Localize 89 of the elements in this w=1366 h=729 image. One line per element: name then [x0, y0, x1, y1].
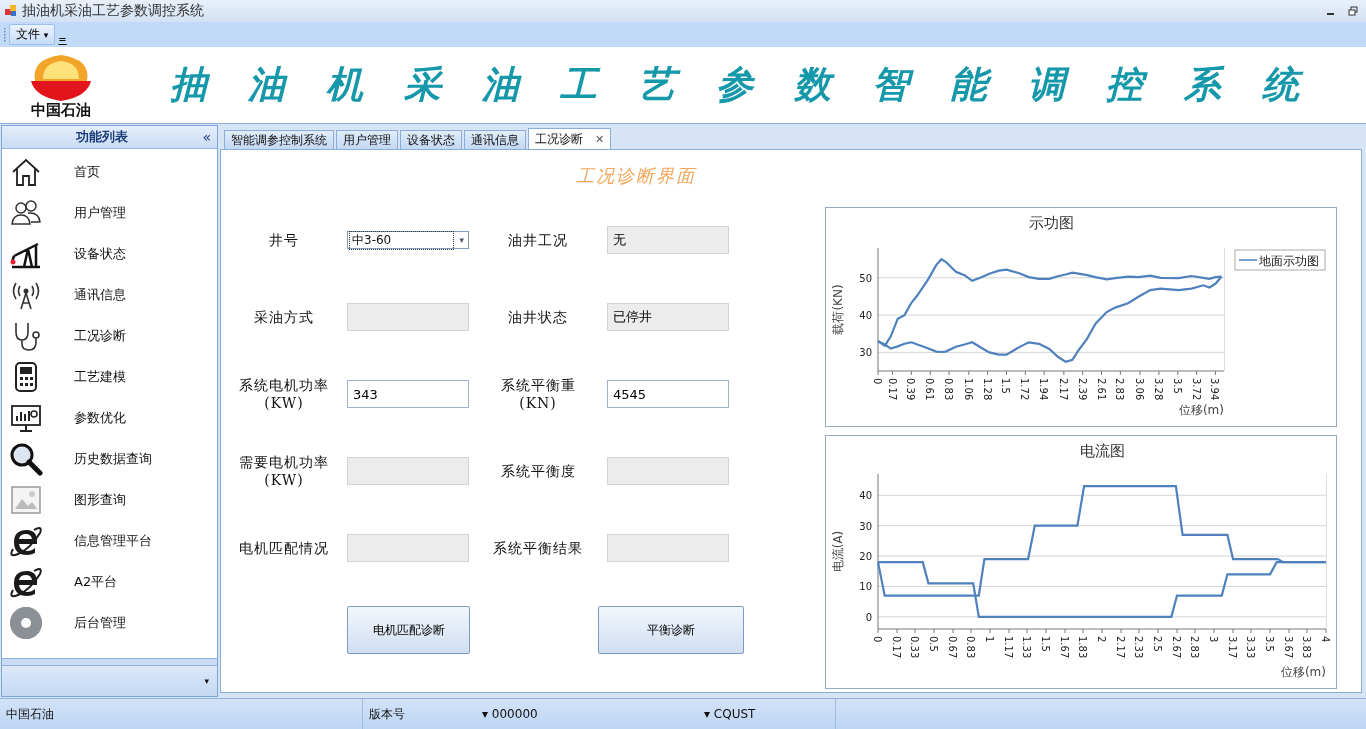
x-tick-label: 0 — [872, 636, 883, 643]
x-tick-label: 0.61 — [924, 378, 936, 401]
window-title: 抽油机采油工艺参数调控系统 — [22, 2, 204, 20]
x-tick-label: 2.67 — [1171, 636, 1183, 659]
sidebar-label: 用户管理 — [74, 203, 126, 222]
x-tick-label: 0.39 — [905, 378, 917, 401]
x-tick-label: 1 — [984, 636, 995, 643]
x-tick-label: 2.33 — [1132, 636, 1144, 659]
x-tick-label: 2 — [1096, 636, 1107, 643]
chart-title: 电流图 — [1079, 442, 1125, 460]
y-tick-label: 10 — [859, 581, 872, 593]
x-tick-label: 3 — [1208, 636, 1219, 643]
y-tick-label: 50 — [859, 272, 872, 284]
x-tick-label: 1.17 — [1003, 636, 1015, 659]
sidebar-label: 后台管理 — [74, 613, 126, 632]
status-text: 版本号 — [362, 699, 476, 729]
x-tick-label: 0.5 — [928, 636, 939, 652]
sidebar-label: A2平台 — [74, 572, 118, 591]
y-tick-label: 0 — [865, 611, 872, 623]
y-axis-label: 电流(A) — [831, 530, 845, 573]
field-label: 系统平衡重 (KN) — [499, 376, 577, 412]
legend: 地面示功图 — [1234, 249, 1326, 271]
x-tick-label: 1.94 — [1038, 378, 1050, 401]
page-title: 工况诊断界面 — [575, 164, 698, 188]
sidebar-label: 首页 — [74, 162, 100, 181]
field-label: 电机匹配情况 — [238, 539, 330, 557]
logo-text: 中国石油 — [31, 100, 91, 120]
x-tick-label: 0.67 — [947, 636, 959, 659]
x-tick-label: 0.83 — [964, 636, 976, 659]
sidebar-label: 图形查询 — [74, 490, 126, 509]
x-tick-label: 4 — [1320, 636, 1331, 643]
x-axis-label: 位移(m) — [1280, 665, 1326, 679]
x-tick-label: 2.17 — [1115, 636, 1127, 659]
x-tick-label: 1.28 — [981, 378, 993, 401]
x-tick-label: 2.5 — [1152, 636, 1163, 652]
x-tick-label: 3.83 — [1300, 636, 1312, 659]
status-text: 中国石油 — [5, 705, 55, 723]
y-tick-label: 30 — [859, 347, 872, 359]
x-tick-label: 3.5 — [1264, 636, 1275, 652]
field-label: 油井状态 — [507, 308, 569, 326]
field-label: 系统平衡结果 — [492, 539, 584, 557]
x-tick-label: 2.61 — [1095, 378, 1107, 401]
x-tick-label: 0.17 — [891, 636, 903, 659]
sidebar-label: 设备状态 — [74, 244, 126, 263]
x-tick-label: 1.06 — [962, 378, 974, 401]
x-tick-label: 3.17 — [1227, 636, 1239, 659]
sidebar-label: 通讯信息 — [74, 285, 126, 304]
chart-title: 示功图 — [1028, 214, 1074, 232]
x-tick-label: 2.39 — [1076, 378, 1088, 401]
field-label: 系统电机功率 (KW) — [238, 376, 330, 412]
x-tick-label: 3.94 — [1209, 378, 1221, 401]
x-tick-label: 3.33 — [1244, 636, 1256, 659]
x-tick-label: 0.83 — [943, 378, 955, 401]
x-tick-label: 1.5 — [1000, 378, 1012, 394]
x-tick-label: 1.83 — [1076, 636, 1088, 659]
sidebar-label: 工况诊断 — [74, 326, 126, 345]
x-tick-label: 0.33 — [908, 636, 920, 659]
sidebar-label: 信息管理平台 — [74, 531, 152, 550]
x-tick-label: 1.67 — [1059, 636, 1071, 659]
sidebar-title: 功能列表 — [75, 128, 130, 146]
y-tick-label: 40 — [859, 490, 872, 502]
x-tick-label: 1.5 — [1040, 636, 1051, 652]
x-tick-label: 3.28 — [1152, 378, 1164, 401]
y-axis-label: 载荷(KN) — [831, 284, 845, 335]
sidebar-label: 参数优化 — [74, 408, 126, 427]
x-tick-label: 2.83 — [1188, 636, 1200, 659]
field-label: 油井工况 — [507, 231, 569, 249]
x-tick-label: 2.83 — [1114, 378, 1126, 401]
y-tick-label: 40 — [859, 310, 872, 322]
legend-label: 地面示功图 — [1258, 254, 1319, 268]
x-tick-label: 1.33 — [1020, 636, 1032, 659]
field-label: 系统平衡度 — [499, 462, 577, 480]
x-tick-label: 3.72 — [1190, 378, 1202, 401]
sidebar-label: 工艺建模 — [74, 367, 126, 386]
x-tick-label: 0.17 — [886, 378, 898, 401]
x-axis-label: 位移(m) — [1178, 403, 1224, 417]
x-tick-label: 2.17 — [1057, 378, 1069, 401]
x-tick-label: 3.67 — [1283, 636, 1295, 659]
x-tick-label: 3.06 — [1134, 378, 1146, 401]
sidebar-label: 历史数据查询 — [74, 449, 152, 468]
x-tick-label: 3.5 — [1171, 378, 1183, 394]
x-tick-label: 0 — [872, 378, 883, 385]
field-label: 需要电机功率 (KW) — [238, 453, 330, 489]
banner-title: 抽油机采油工艺参数智能调控系统 — [170, 61, 1340, 108]
x-tick-label: 1.72 — [1019, 378, 1031, 401]
field-label: 井号 — [268, 231, 300, 249]
y-tick-label: 20 — [859, 551, 872, 563]
field-label: 采油方式 — [253, 308, 315, 326]
y-tick-label: 30 — [859, 520, 872, 532]
